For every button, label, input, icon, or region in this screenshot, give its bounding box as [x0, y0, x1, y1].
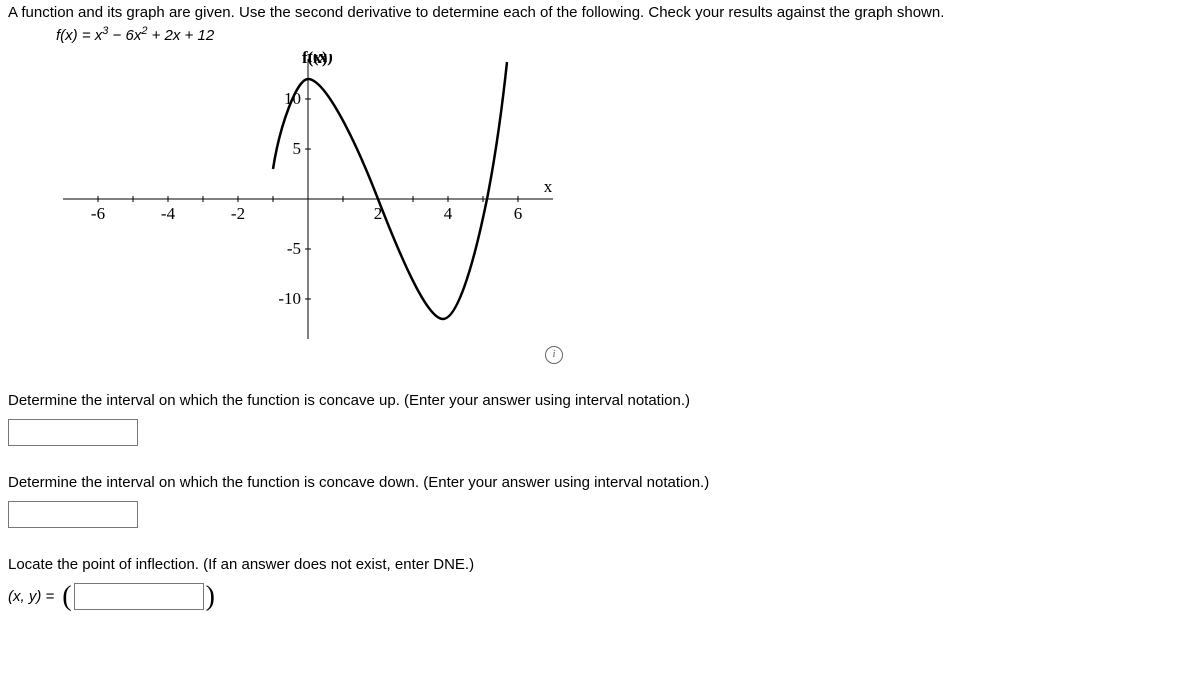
close-paren: )	[204, 586, 217, 608]
y-axis-label: f(x)	[302, 48, 327, 68]
function-equation: f(x) = x3 − 6x2 + 2x + 12	[56, 25, 1192, 44]
q2-block: Determine the interval on which the func…	[8, 474, 1192, 528]
q1-prompt: Determine the interval on which the func…	[8, 392, 1192, 409]
info-icon[interactable]: i	[545, 346, 563, 364]
function-graph: -6 -4 -2 2 4 6 10 5 -5 -10 x	[8, 54, 563, 354]
svg-text:-10: -10	[278, 289, 301, 308]
svg-text:-2: -2	[231, 204, 245, 223]
q2-prompt: Determine the interval on which the func…	[8, 474, 1192, 491]
q3-label: (x, y) =	[8, 588, 54, 605]
q3-input[interactable]	[74, 583, 204, 610]
svg-text:4: 4	[444, 204, 453, 223]
svg-text:-5: -5	[287, 239, 301, 258]
open-paren: (	[60, 586, 73, 608]
q1-block: Determine the interval on which the func…	[8, 392, 1192, 446]
q2-input[interactable]	[8, 501, 138, 528]
svg-text:-4: -4	[161, 204, 176, 223]
svg-text:-6: -6	[91, 204, 105, 223]
svg-text:6: 6	[514, 204, 523, 223]
q3-block: Locate the point of inflection. (If an a…	[8, 556, 1192, 610]
graph-container: -6 -4 -2 2 4 6 10 5 -5 -10 x	[8, 54, 563, 364]
q1-input[interactable]	[8, 419, 138, 446]
problem-instructions: A function and its graph are given. Use …	[8, 4, 1192, 21]
q3-prompt: Locate the point of inflection. (If an a…	[8, 556, 1192, 573]
svg-text:x: x	[544, 177, 553, 196]
svg-text:5: 5	[293, 139, 302, 158]
